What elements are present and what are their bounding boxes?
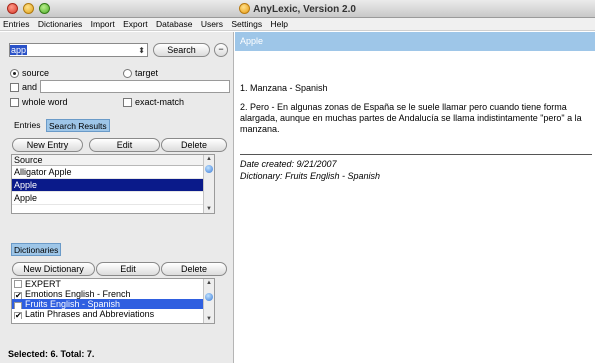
- search-button[interactable]: Search: [153, 43, 210, 57]
- tab-entries[interactable]: Entries: [12, 119, 42, 132]
- radio-source-label: source: [22, 68, 50, 78]
- list-item-selected[interactable]: Apple: [12, 179, 214, 192]
- list-item[interactable]: Alligator Apple: [12, 166, 214, 179]
- exact-match-label: exact-match: [135, 97, 185, 107]
- radio-source[interactable]: [10, 69, 19, 78]
- detail-header: Apple: [235, 32, 595, 51]
- whole-word-checkbox[interactable]: [10, 98, 19, 107]
- dictionary-checkbox[interactable]: [14, 280, 22, 288]
- scroll-up-icon[interactable]: ▲: [206, 156, 212, 162]
- dictionary-label: EXPERT: [25, 279, 61, 289]
- status-text: Selected: 6. Total: 7.: [8, 349, 95, 359]
- dictionary-item[interactable]: ✔ Emotions English - French: [12, 289, 214, 299]
- radio-target-label: target: [135, 68, 159, 78]
- search-input-value: app: [10, 45, 28, 55]
- scroll-thumb[interactable]: [205, 293, 213, 301]
- menu-users[interactable]: Users: [201, 19, 223, 29]
- entries-scrollbar[interactable]: ▲ ▼: [203, 155, 214, 213]
- date-created: Date created: 9/21/2007: [240, 159, 337, 169]
- definition-1: 1. Manzana - Spanish: [240, 83, 328, 93]
- definition-2: 2. Pero - En algunas zonas de España se …: [240, 102, 582, 134]
- tab-dictionaries[interactable]: Dictionaries: [11, 243, 62, 256]
- dictionary-label: Emotions English - French: [25, 289, 131, 299]
- dictionary-checkbox-checked[interactable]: ✔: [14, 312, 22, 319]
- list-item[interactable]: Apple: [12, 192, 214, 205]
- tab-search-results[interactable]: Search Results: [46, 119, 110, 132]
- dictionary-label: Fruits English - Spanish: [25, 299, 121, 309]
- menu-import[interactable]: Import: [91, 19, 115, 29]
- dictionary-item-selected[interactable]: ✔ Fruits English - Spanish: [12, 299, 214, 309]
- detail-panel: Apple 1. Manzana - Spanish 2. Pero - En …: [235, 32, 595, 363]
- search-input[interactable]: app ⬍: [9, 43, 148, 57]
- dictionary-label: Latin Phrases and Abbreviations: [25, 309, 155, 319]
- menu-settings[interactable]: Settings: [231, 19, 262, 29]
- edit-dictionary-button[interactable]: Edit: [96, 262, 160, 276]
- dictionaries-list: EXPERT ✔ Emotions English - French ✔ Fruit…: [11, 278, 215, 324]
- column-header-source[interactable]: Source: [12, 155, 214, 166]
- left-panel: app ⬍ Search − source target and whole w…: [0, 32, 234, 363]
- window-title: AnyLexic, Version 2.0: [253, 4, 356, 15]
- dictionary-checkbox-checked[interactable]: ✔: [14, 302, 22, 309]
- menu-entries[interactable]: Entries: [3, 19, 29, 29]
- and-label: and: [22, 82, 38, 92]
- clear-search-button[interactable]: −: [214, 43, 228, 57]
- delete-dictionary-button[interactable]: Delete: [161, 262, 227, 276]
- new-entry-button[interactable]: New Entry: [12, 138, 83, 152]
- divider: [240, 154, 592, 155]
- search-history-stepper-icon[interactable]: ⬍: [138, 45, 145, 57]
- entries-list: Source Alligator Apple Apple Apple ▲ ▼: [11, 154, 215, 214]
- exact-match-checkbox[interactable]: [123, 98, 132, 107]
- radio-target[interactable]: [123, 69, 132, 78]
- dictionary-item[interactable]: ✔ Latin Phrases and Abbreviations: [12, 309, 214, 319]
- window-title-wrap: AnyLexic, Version 2.0: [0, 3, 595, 15]
- app-logo-icon: [239, 3, 251, 14]
- dictionary-info: Dictionary: Fruits English - Spanish: [240, 171, 381, 181]
- new-dictionary-button[interactable]: New Dictionary: [12, 262, 95, 276]
- delete-entry-button[interactable]: Delete: [161, 138, 227, 152]
- scroll-up-icon[interactable]: ▲: [206, 280, 212, 286]
- menu-help[interactable]: Help: [270, 19, 287, 29]
- whole-word-label: whole word: [22, 97, 68, 107]
- menu-export[interactable]: Export: [123, 19, 148, 29]
- menu-dictionaries[interactable]: Dictionaries: [38, 19, 82, 29]
- menu-database[interactable]: Database: [156, 19, 192, 29]
- and-checkbox[interactable]: [10, 83, 19, 92]
- dictionary-checkbox-checked[interactable]: ✔: [14, 292, 22, 299]
- dictionaries-scrollbar[interactable]: ▲ ▼: [203, 279, 214, 323]
- menu-bar: Entries Dictionaries Import Export Datab…: [0, 18, 595, 31]
- and-input[interactable]: [40, 80, 230, 93]
- edit-entry-button[interactable]: Edit: [89, 138, 160, 152]
- dictionary-item[interactable]: EXPERT: [12, 279, 214, 289]
- title-bar: AnyLexic, Version 2.0: [0, 0, 595, 18]
- scroll-thumb[interactable]: [205, 165, 213, 173]
- scroll-down-icon[interactable]: ▼: [206, 206, 212, 212]
- scroll-down-icon[interactable]: ▼: [206, 316, 212, 322]
